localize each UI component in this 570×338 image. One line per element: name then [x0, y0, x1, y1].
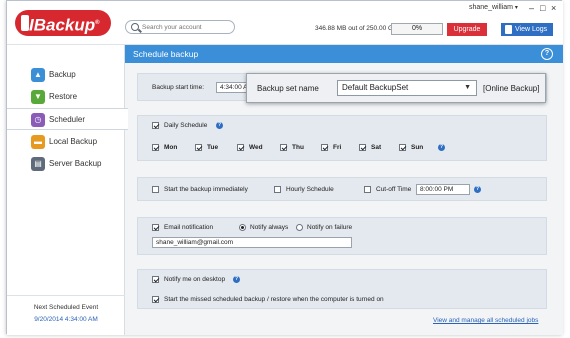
- next-scheduled-event: Next Scheduled Event 9/20/2014 4:34:00 A…: [7, 295, 125, 335]
- day-checkbox-mon[interactable]: [152, 144, 159, 151]
- email-input[interactable]: shane_william@gmail.com: [152, 237, 352, 248]
- day-label: Thu: [292, 144, 304, 151]
- notify-desktop-checkbox[interactable]: [152, 276, 159, 283]
- chevron-down-icon: ▾: [514, 5, 518, 11]
- upgrade-button[interactable]: Upgrade: [447, 23, 487, 36]
- maximize-button[interactable]: □: [540, 3, 545, 13]
- app-window: IBackup® 346.88 MB out of 250.00 GB 0% U…: [6, 0, 563, 335]
- day-checkbox-thu[interactable]: [280, 144, 287, 151]
- search-icon: [131, 23, 139, 31]
- backup-set-popup: Backup set name Default BackupSet ▼ [Onl…: [246, 73, 546, 103]
- missed-schedule-label: Start the missed scheduled backup / rest…: [164, 296, 384, 303]
- online-backup-label: [Online Backup]: [483, 84, 540, 93]
- help-icon[interactable]: ?: [541, 48, 553, 60]
- cutoff-time-input[interactable]: 8:00:00 PM: [416, 184, 470, 195]
- search-input[interactable]: [142, 22, 232, 32]
- cutoff-time-checkbox[interactable]: [364, 186, 371, 193]
- page-title: Schedule backup: [133, 49, 199, 59]
- sidebar-item-label: Server Backup: [49, 159, 102, 168]
- logo-mark-icon: [21, 15, 29, 31]
- backup-set-label: Backup set name: [257, 84, 319, 93]
- start-immediately-checkbox[interactable]: [152, 186, 159, 193]
- day-checkbox-fri[interactable]: [321, 144, 328, 151]
- logo-text: IBackup: [29, 15, 96, 35]
- sidebar: ▲ Backup ▼ Restore ◷ Scheduler ▬ Local B…: [7, 45, 128, 335]
- daily-help-icon[interactable]: ?: [216, 122, 223, 129]
- desktop-help-icon[interactable]: ?: [233, 276, 240, 283]
- start-time-label: Backup start time:: [152, 84, 205, 91]
- day-label: Sun: [411, 144, 424, 151]
- close-button[interactable]: ×: [551, 3, 556, 13]
- sidebar-item-label: Local Backup: [49, 137, 98, 146]
- days-help-icon[interactable]: ?: [438, 144, 445, 151]
- cutoff-help-icon[interactable]: ?: [474, 186, 481, 193]
- day-checkbox-tue[interactable]: [195, 144, 202, 151]
- storage-percent: 0%: [411, 25, 423, 32]
- day-label: Mon: [164, 144, 178, 151]
- sidebar-item-label: Backup: [49, 70, 76, 79]
- day-label: Wed: [249, 144, 263, 151]
- search-box[interactable]: [125, 20, 235, 34]
- next-event-value: 9/20/2014 4:34:00 AM: [34, 316, 98, 323]
- next-event-title: Next Scheduled Event: [33, 304, 99, 311]
- sidebar-item-local-backup[interactable]: ▬ Local Backup: [7, 131, 125, 153]
- header: IBackup® 346.88 MB out of 250.00 GB 0% U…: [7, 1, 563, 45]
- notify-failure-label: Notify on failure: [307, 224, 353, 231]
- notify-always-label: Notify always: [250, 224, 289, 231]
- day-checkbox-sat[interactable]: [359, 144, 366, 151]
- sidebar-item-label: Restore: [49, 92, 78, 101]
- user-menu[interactable]: shane_william ▾: [469, 4, 518, 11]
- sidebar-item-scheduler[interactable]: ◷ Scheduler: [7, 108, 128, 130]
- cloud-download-icon: ▼: [31, 90, 45, 104]
- drive-icon: ▬: [31, 135, 45, 149]
- notify-always-radio[interactable]: [239, 224, 246, 231]
- sidebar-item-backup[interactable]: ▲ Backup: [7, 64, 125, 86]
- clock-icon: ◷: [31, 113, 45, 127]
- backup-set-select[interactable]: Default BackupSet ▼: [337, 80, 477, 96]
- email-notification-panel: Email notification Notify always Notify …: [137, 217, 547, 255]
- view-logs-button[interactable]: View Logs: [501, 23, 553, 36]
- daily-schedule-checkbox[interactable]: [152, 122, 159, 129]
- hourly-schedule-checkbox[interactable]: [274, 186, 281, 193]
- storage-usage-text: 346.88 MB out of 250.00 GB: [315, 25, 398, 32]
- day-label: Fri: [333, 144, 342, 151]
- page-title-bar: Schedule backup ?: [125, 45, 563, 63]
- view-manage-jobs-link[interactable]: View and manage all scheduled jobs: [433, 317, 538, 324]
- desktop-options-panel: Notify me on desktop ? Start the missed …: [137, 269, 547, 309]
- cloud-upload-icon: ▲: [31, 68, 45, 82]
- minimize-button[interactable]: –: [529, 3, 534, 13]
- backup-set-selected: Default BackupSet: [342, 83, 409, 92]
- hourly-schedule-label: Hourly Schedule: [286, 186, 334, 193]
- day-label: Tue: [207, 144, 219, 151]
- run-options-panel: Start the backup immediately Hourly Sche…: [137, 177, 547, 201]
- daily-schedule-label: Daily Schedule: [164, 122, 208, 129]
- username: shane_william: [469, 4, 513, 11]
- sidebar-item-server-backup[interactable]: ▤ Server Backup: [7, 153, 125, 175]
- server-icon: ▤: [31, 157, 45, 171]
- logo-registered-mark: ®: [95, 20, 100, 26]
- storage-progress-bar: 0%: [391, 23, 443, 35]
- day-checkbox-wed[interactable]: [237, 144, 244, 151]
- day-label: Sat: [371, 144, 382, 151]
- dropdown-arrow-icon: ▼: [464, 84, 471, 91]
- logs-document-icon: [505, 25, 512, 34]
- notify-failure-radio[interactable]: [296, 224, 303, 231]
- day-checkbox-sun[interactable]: [399, 144, 406, 151]
- missed-schedule-checkbox[interactable]: [152, 296, 159, 303]
- sidebar-item-restore[interactable]: ▼ Restore: [7, 86, 125, 108]
- daily-schedule-panel: Daily Schedule ? Mon Tue Wed Thu Fri Sat…: [137, 115, 547, 161]
- view-logs-label: View Logs: [515, 26, 548, 33]
- email-notification-label: Email notification: [164, 224, 214, 231]
- notify-desktop-label: Notify me on desktop: [164, 276, 226, 283]
- start-immediately-label: Start the backup immediately: [164, 186, 248, 193]
- email-notification-checkbox[interactable]: [152, 224, 159, 231]
- cutoff-time-label: Cut-off Time: [376, 186, 412, 193]
- sidebar-item-label: Scheduler: [49, 115, 86, 124]
- ibackup-logo: IBackup®: [15, 10, 111, 36]
